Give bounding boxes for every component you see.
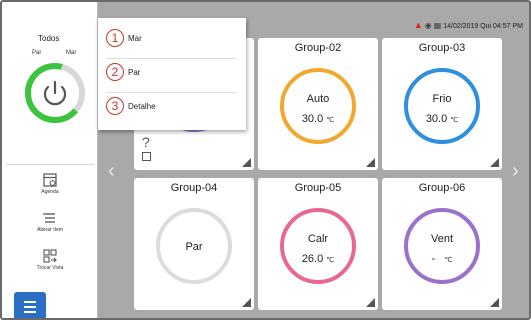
calendar-icon: [43, 173, 57, 187]
popup-item-detalhe[interactable]: 3 Detalhe: [106, 94, 236, 122]
switch-view-label: Trocar Vista: [36, 265, 64, 271]
popup-item-label: Par: [128, 68, 141, 77]
group-mode: Vent: [430, 233, 454, 245]
group-name: Group-03: [418, 42, 466, 54]
alter-item-button[interactable]: Alterar Item: [6, 208, 94, 244]
card-corner-icon: [490, 158, 499, 167]
card-corner-icon: [366, 158, 375, 167]
mar-label: Mar: [66, 50, 77, 56]
datetime: 14/02/2019 Qui 04:57 PM: [443, 23, 523, 30]
group-mode: Auto: [306, 93, 330, 105]
list-edit-icon: [43, 213, 55, 223]
power-popup-menu: 1 Mar 2 Par 3 Detalhe: [98, 18, 246, 130]
agenda-button[interactable]: Agenda: [6, 170, 94, 206]
all-groups-title: Todos: [38, 34, 60, 43]
app-frame: Todos Par Mar Agenda Alterar Item Trocar…: [0, 0, 531, 320]
group-mode: Frio: [432, 93, 452, 105]
main-menu-button[interactable]: [14, 292, 46, 318]
grid-icon: [142, 152, 151, 161]
schedule-icon: ▦: [433, 21, 442, 30]
hamburger-menu-icon: [24, 301, 36, 313]
group-name: Group-04: [170, 182, 218, 194]
group-name: Group-06: [418, 182, 466, 194]
group-temp: 26.0 ℃: [301, 253, 335, 265]
group-name: Group-02: [294, 42, 342, 54]
popup-item-mar[interactable]: 1 Mar: [106, 26, 236, 54]
agenda-label: Agenda: [41, 189, 59, 195]
sidebar-divider: [6, 164, 94, 165]
group-card-02[interactable]: Group-02 Auto 30.0 ℃: [258, 38, 378, 170]
card-corner-icon: [366, 298, 375, 307]
warning-triangle-icon[interactable]: ▲: [414, 20, 423, 30]
alter-item-label: Alterar Item: [37, 227, 63, 233]
group-status-ring: [280, 68, 356, 144]
popup-item-label: Mar: [128, 34, 142, 43]
card-corner-icon: [242, 158, 251, 167]
next-page-arrow[interactable]: ›: [512, 160, 519, 183]
sidebar: Todos Par Mar Agenda Alterar Item Trocar…: [2, 2, 98, 318]
group-status-ring: [404, 208, 480, 284]
popup-item-label: Detalhe: [128, 102, 156, 111]
group-temp: - ℃: [431, 253, 453, 265]
unknown-status-icon: ?: [142, 134, 150, 150]
group-card-05[interactable]: Group-05 Calr 26.0 ℃: [258, 178, 378, 310]
group-card-06[interactable]: Group-06 Vent - ℃: [382, 178, 502, 310]
power-icon: [43, 80, 67, 106]
power-toggle-button[interactable]: [22, 60, 88, 126]
card-corner-icon: [490, 298, 499, 307]
group-card-04[interactable]: Group-04 Par: [134, 178, 254, 310]
step-number-badge: 1: [106, 29, 124, 47]
step-number-badge: 2: [106, 63, 124, 81]
par-label: Par: [32, 50, 42, 56]
popup-divider: [106, 58, 236, 59]
status-bar: ▲ ◉ ▦ 14/02/2019 Qui 04:57 PM: [414, 20, 523, 30]
prev-page-arrow[interactable]: ‹: [108, 160, 115, 183]
group-status-ring: [280, 208, 356, 284]
shield-icon: ◉: [424, 21, 432, 30]
group-mode: Calr: [307, 233, 329, 245]
group-temp: 30.0 ℃: [301, 113, 335, 125]
step-number-badge: 3: [106, 97, 124, 115]
group-status-ring: [404, 68, 480, 144]
switch-view-icon: [43, 249, 57, 263]
group-card-03[interactable]: Group-03 Frio 30.0 ℃: [382, 38, 502, 170]
popup-divider: [106, 92, 236, 93]
group-mode: Par: [185, 241, 203, 253]
group-name: Group-05: [294, 182, 342, 194]
switch-view-button[interactable]: Trocar Vista: [6, 246, 94, 282]
popup-item-par[interactable]: 2 Par: [106, 60, 236, 88]
group-temp: 30.0 ℃: [425, 113, 459, 125]
card-corner-icon: [242, 298, 251, 307]
